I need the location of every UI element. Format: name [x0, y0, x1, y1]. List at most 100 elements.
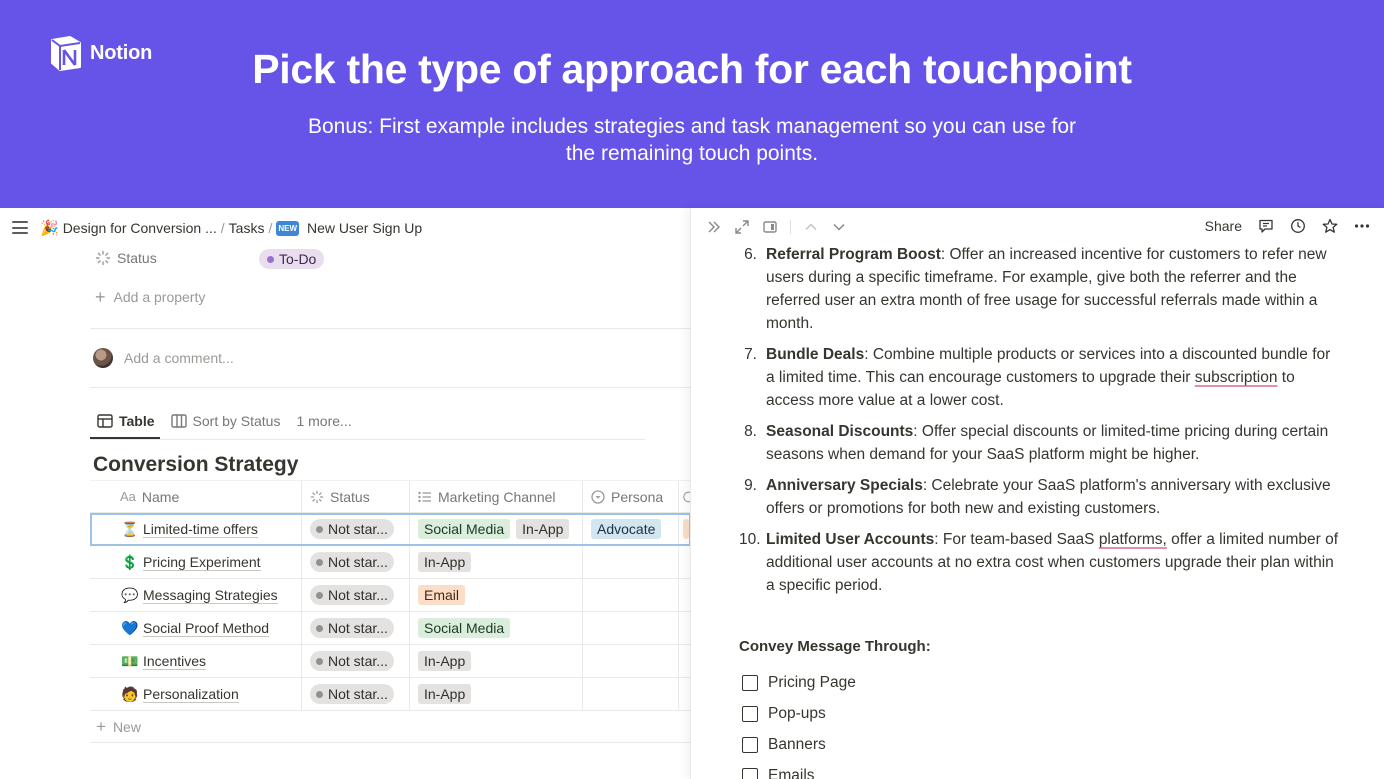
comment-placeholder: Add a comment... — [124, 350, 234, 366]
breadcrumb-item-design[interactable]: Design for Conversion ... — [63, 220, 217, 236]
expand-icon[interactable] — [734, 219, 750, 235]
tab-table-label: Table — [119, 413, 155, 429]
column-header-overflow[interactable] — [679, 481, 691, 512]
persona-cell[interactable] — [583, 612, 679, 644]
more-icon[interactable] — [1354, 218, 1370, 234]
todo-item[interactable]: Pricing Page — [742, 667, 856, 698]
money-icon: 💵 — [121, 652, 139, 669]
checkbox[interactable] — [742, 674, 758, 691]
channel-tag[interactable]: Email — [418, 585, 466, 605]
row-name[interactable]: Social Proof Method — [143, 620, 270, 637]
plus-icon: + — [95, 287, 106, 307]
checkbox[interactable] — [742, 736, 758, 753]
status-value: To-Do — [279, 251, 317, 267]
share-button[interactable]: Share — [1205, 218, 1242, 234]
page-pane: 🎉 Design for Conversion ... / Tasks / NE… — [0, 208, 691, 779]
channel-tag[interactable]: In-App — [516, 519, 570, 539]
status-pill[interactable]: Not star... — [310, 684, 394, 704]
banner-subtitle: Bonus: First example includes strategies… — [307, 115, 1077, 165]
table-row[interactable]: 💵 Incentives Not star... In-App — [90, 645, 691, 678]
menu-icon[interactable] — [12, 221, 28, 234]
column-header-persona[interactable]: Persona — [583, 481, 679, 512]
persona-cell[interactable] — [583, 645, 679, 677]
persona-cell[interactable] — [583, 546, 679, 578]
breadcrumb-separator: / — [268, 220, 273, 236]
add-property-button[interactable]: + Add a property — [95, 287, 206, 307]
comment-input[interactable]: Add a comment... — [93, 348, 234, 368]
section-heading: Convey Message Through: — [739, 638, 931, 655]
breadcrumb-item-current[interactable]: New User Sign Up — [307, 220, 422, 236]
table-row[interactable]: ⏳ Limited-time offers Not star... Social… — [90, 513, 691, 546]
list-item: 6. Referral Program Boost: Offer an incr… — [744, 246, 1327, 332]
topbar: 🎉 Design for Conversion ... / Tasks / NE… — [0, 208, 691, 246]
add-property-label: Add a property — [113, 289, 206, 305]
table-row[interactable]: 💲 Pricing Experiment Not star... In-App — [90, 546, 691, 579]
multi-select-icon — [418, 491, 431, 502]
speech-bubble-icon: 💬 — [121, 586, 139, 603]
status-pill[interactable]: Not star... — [310, 519, 394, 539]
status-pill[interactable]: Not star... — [310, 618, 394, 638]
property-status[interactable]: Status — [95, 250, 157, 266]
new-badge-icon: NEW — [276, 220, 300, 236]
table-row[interactable]: 💙 Social Proof Method Not star... Social… — [90, 612, 691, 645]
checkbox[interactable] — [742, 705, 758, 722]
view-tabs: Table Sort by Status 1 more... — [97, 413, 368, 429]
new-row-label: New — [112, 718, 141, 735]
channel-tag[interactable]: Social Media — [418, 618, 511, 638]
persona-tag[interactable]: Advocate — [591, 519, 662, 539]
row-name[interactable]: Incentives — [143, 653, 207, 670]
status-pill[interactable]: Not star... — [310, 651, 394, 671]
tab-table[interactable]: Table — [97, 413, 155, 429]
todo-item[interactable]: Emails — [742, 760, 856, 779]
comment-icon[interactable] — [1258, 218, 1274, 234]
channel-tag[interactable]: In-App — [418, 651, 472, 671]
channel-tag[interactable]: Social Media — [418, 519, 511, 539]
divider — [90, 439, 645, 440]
table-row[interactable]: 🧑 Personalization Not star... In-App — [90, 678, 691, 711]
row-name[interactable]: Messaging Strategies — [143, 587, 278, 604]
status-property-icon — [310, 490, 324, 503]
divider — [90, 387, 691, 388]
chevron-down-icon[interactable] — [831, 219, 847, 235]
status-dot-icon — [316, 525, 323, 533]
breadcrumb-item-tasks[interactable]: Tasks — [229, 220, 265, 236]
side-peek-icon[interactable] — [762, 219, 778, 235]
peek-panel: Share 6. Referral Program Boost: Offer a… — [691, 208, 1384, 779]
close-peek-icon[interactable] — [706, 219, 722, 235]
table-header: Aa Name Status Marketing Channel Persona — [90, 480, 691, 513]
row-name[interactable]: Pricing Experiment — [143, 554, 261, 571]
status-dot-icon — [316, 624, 323, 632]
row-name[interactable]: Personalization — [143, 686, 239, 703]
status-value-pill[interactable]: To-Do — [259, 249, 325, 269]
chevron-up-icon[interactable] — [803, 219, 819, 235]
blue-heart-icon: 💙 — [121, 619, 139, 636]
tab-sort-by-status[interactable]: Sort by Status — [170, 413, 280, 429]
status-pill[interactable]: Not star... — [310, 552, 394, 572]
spellcheck-word: subscription — [1194, 369, 1278, 386]
status-dot-icon — [267, 255, 274, 263]
status-dot-icon — [316, 591, 323, 599]
star-icon[interactable] — [1322, 218, 1338, 234]
column-header-status[interactable]: Status — [302, 481, 410, 512]
table-row[interactable]: 💬 Messaging Strategies Not star... Email — [90, 579, 691, 612]
clock-icon[interactable] — [1290, 218, 1306, 234]
spellcheck-word: platforms, — [1098, 531, 1167, 548]
board-icon — [170, 414, 187, 428]
channel-tag[interactable]: In-App — [418, 552, 472, 572]
database-table: Aa Name Status Marketing Channel Persona… — [90, 480, 691, 743]
channel-tag[interactable]: In-App — [418, 684, 472, 704]
item-title: Referral Program Boost — [766, 246, 941, 263]
more-views-button[interactable]: 1 more... — [296, 413, 351, 429]
column-header-marketing-channel[interactable]: Marketing Channel — [410, 481, 583, 512]
column-header-name[interactable]: Aa Name — [90, 481, 302, 512]
checkbox[interactable] — [742, 767, 758, 779]
status-pill[interactable]: Not star... — [310, 585, 394, 605]
persona-cell[interactable] — [583, 678, 679, 710]
new-row-button[interactable]: + New — [90, 711, 691, 743]
banner-title: Pick the type of approach for each touch… — [252, 46, 1132, 92]
todo-item[interactable]: Pop-ups — [742, 698, 856, 729]
status-dot-icon — [316, 657, 323, 665]
todo-item[interactable]: Banners — [742, 729, 856, 760]
persona-cell[interactable] — [583, 579, 679, 611]
row-name[interactable]: Limited-time offers — [143, 521, 258, 538]
